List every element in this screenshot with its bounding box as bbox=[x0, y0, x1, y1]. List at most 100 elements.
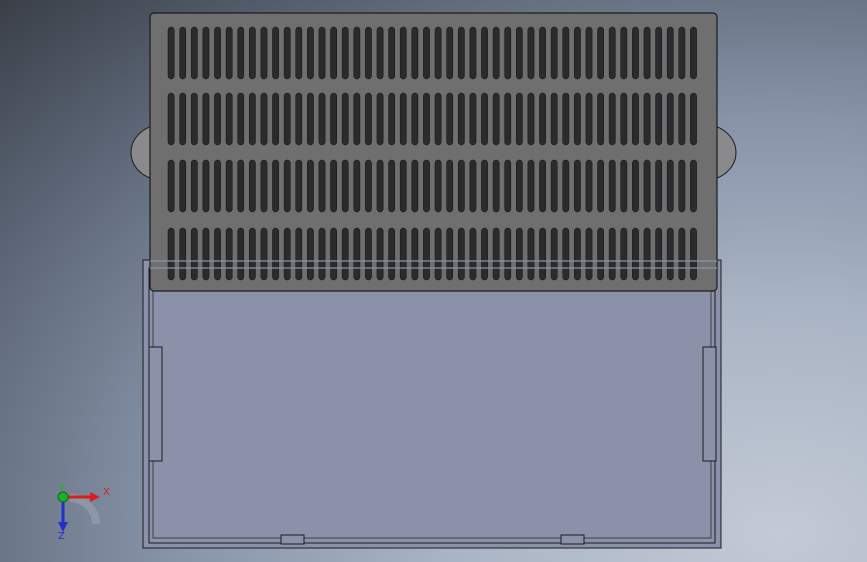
vent-slot bbox=[330, 92, 337, 146]
vent-slot bbox=[341, 92, 349, 146]
triad-arc-icon bbox=[69, 494, 100, 525]
vent-slot bbox=[539, 26, 546, 80]
vent-slot bbox=[190, 92, 198, 146]
vent-slot bbox=[423, 227, 430, 281]
vent-slot bbox=[539, 227, 546, 281]
vent-slot bbox=[399, 227, 407, 281]
vent-slot bbox=[341, 26, 349, 80]
vent-slot bbox=[666, 159, 674, 213]
vent-slot bbox=[411, 92, 419, 146]
vent-slot bbox=[237, 227, 245, 281]
vent-slot bbox=[283, 227, 291, 281]
vent-slot bbox=[272, 26, 279, 80]
vent-slot bbox=[365, 159, 372, 213]
vent-slot bbox=[643, 26, 651, 80]
vent-slot bbox=[260, 26, 268, 80]
vent-slot bbox=[318, 92, 326, 146]
vent-slot bbox=[423, 159, 430, 213]
vent-slot bbox=[678, 26, 686, 80]
vent-slot bbox=[539, 159, 546, 213]
vent-slot bbox=[190, 159, 198, 213]
vent-slot bbox=[423, 92, 430, 146]
vent-slot bbox=[620, 92, 628, 146]
vent-slot bbox=[330, 159, 337, 213]
vent-slot bbox=[608, 26, 616, 80]
vent-slot bbox=[585, 159, 593, 213]
vent-slot bbox=[434, 227, 442, 281]
vent-slot bbox=[202, 227, 210, 281]
vent-slot bbox=[655, 159, 663, 213]
vent-slot bbox=[516, 227, 523, 281]
vent-slot bbox=[388, 159, 396, 213]
vent-slot bbox=[214, 227, 221, 281]
lid-panel[interactable] bbox=[149, 12, 718, 292]
vent-slot bbox=[330, 227, 337, 281]
vent-slot bbox=[190, 227, 198, 281]
vent-slot bbox=[318, 227, 326, 281]
vent-slot bbox=[550, 92, 558, 146]
triad-z-label: Z bbox=[58, 531, 65, 542]
vent-slot bbox=[353, 159, 361, 213]
box-body[interactable] bbox=[142, 259, 722, 549]
vent-slot bbox=[481, 159, 488, 213]
vent-slot bbox=[225, 26, 233, 80]
vent-slot bbox=[295, 159, 303, 213]
vent-slot bbox=[608, 92, 616, 146]
vent-slot bbox=[457, 227, 465, 281]
vent-slot bbox=[283, 159, 291, 213]
vent-slot bbox=[249, 92, 256, 146]
vent-slot bbox=[446, 92, 454, 146]
vent-slot bbox=[446, 159, 454, 213]
vent-slot bbox=[492, 227, 500, 281]
vent-slot bbox=[179, 26, 187, 80]
vent-slot bbox=[469, 227, 477, 281]
vent-slot bbox=[597, 92, 604, 146]
triad-x-label: X bbox=[103, 487, 110, 498]
vent-slot bbox=[550, 227, 558, 281]
vent-slot bbox=[167, 26, 175, 80]
vent-slot bbox=[492, 92, 500, 146]
vent-slot bbox=[597, 159, 604, 213]
vent-slot bbox=[655, 227, 663, 281]
vent-slot bbox=[388, 227, 396, 281]
vent-slot bbox=[318, 159, 326, 213]
vent-slot bbox=[597, 26, 604, 80]
vent-slot bbox=[249, 159, 256, 213]
vent-slot bbox=[376, 159, 384, 213]
vent-slot bbox=[423, 26, 430, 80]
box-inner-floor bbox=[152, 271, 712, 539]
model-view[interactable] bbox=[0, 0, 867, 562]
vent-slot bbox=[376, 92, 384, 146]
vent-slot bbox=[272, 92, 279, 146]
vent-slot bbox=[666, 26, 674, 80]
vent-slot bbox=[353, 92, 361, 146]
vent-slot bbox=[690, 26, 697, 80]
vent-slot bbox=[225, 159, 233, 213]
box-side-rib-left bbox=[148, 346, 163, 462]
vent-slot bbox=[434, 92, 442, 146]
vent-slot bbox=[457, 92, 465, 146]
vent-slot bbox=[550, 26, 558, 80]
vent-slot bbox=[399, 26, 407, 80]
vent-slot bbox=[690, 92, 697, 146]
vent-slot bbox=[341, 159, 349, 213]
vent-slot bbox=[330, 26, 337, 80]
vent-slot bbox=[260, 227, 268, 281]
vent-slot bbox=[202, 159, 210, 213]
vent-slot bbox=[585, 227, 593, 281]
vent-slot bbox=[585, 26, 593, 80]
vent-slot bbox=[283, 92, 291, 146]
vent-slot bbox=[481, 227, 488, 281]
vent-slot bbox=[620, 159, 628, 213]
vent-slot bbox=[574, 227, 581, 281]
vent-slot bbox=[365, 92, 372, 146]
vent-slot bbox=[411, 227, 419, 281]
vent-slot bbox=[597, 227, 604, 281]
vent-slot bbox=[214, 159, 221, 213]
vent-slot bbox=[190, 26, 198, 80]
vent-slot bbox=[237, 159, 245, 213]
graphics-viewport[interactable]: X Y Z bbox=[0, 0, 867, 562]
vent-slot bbox=[295, 227, 303, 281]
vent-slot bbox=[678, 159, 686, 213]
vent-slot bbox=[260, 159, 268, 213]
